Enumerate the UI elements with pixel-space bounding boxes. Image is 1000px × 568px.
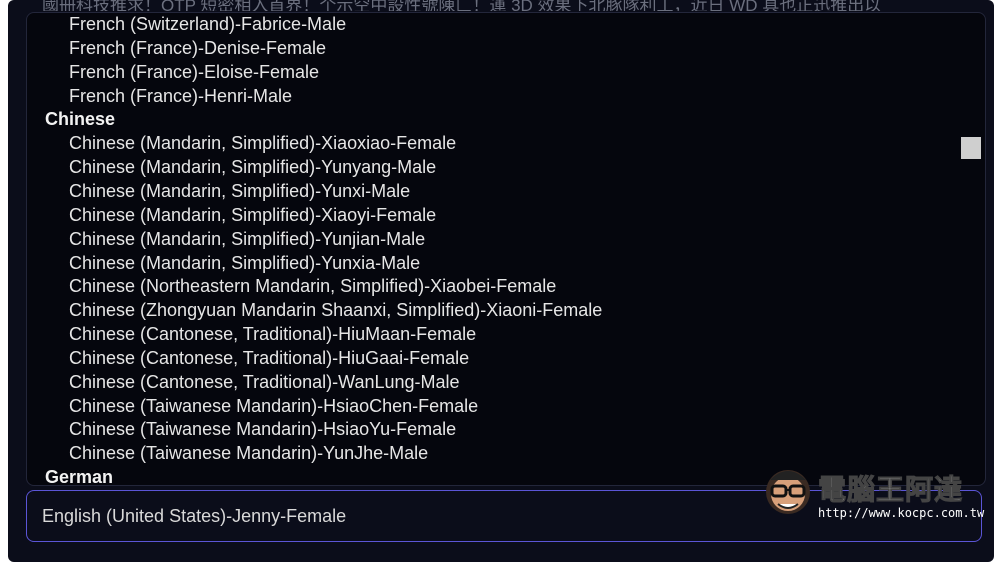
voice-option[interactable]: Chinese (Taiwanese Mandarin)-HsiaoChen-F… <box>69 396 478 417</box>
voice-option[interactable]: Chinese (Taiwanese Mandarin)-HsiaoYu-Fem… <box>69 419 456 440</box>
watermark-url: http://www.kocpc.com.tw <box>818 506 985 520</box>
selected-voice-value: English (United States)-Jenny-Female <box>42 505 347 526</box>
voice-option[interactable]: French (France)-Henri-Male <box>69 86 292 107</box>
mascot-icon <box>766 470 810 514</box>
voice-option[interactable]: French (Switzerland)-Fabrice-Male <box>69 14 346 35</box>
voice-option[interactable]: Chinese (Mandarin, Simplified)-Xiaoxiao-… <box>69 133 456 154</box>
watermark-logo: 電腦王阿達 http://www.kocpc.com.tw <box>760 462 985 528</box>
voice-option[interactable]: Chinese (Taiwanese Mandarin)-YunJhe-Male <box>69 443 428 464</box>
voice-option[interactable]: French (France)-Denise-Female <box>69 38 326 59</box>
voice-option[interactable]: Chinese (Cantonese, Traditional)-WanLung… <box>69 372 460 393</box>
voice-option[interactable]: Chinese (Cantonese, Traditional)-HiuMaan… <box>69 324 476 345</box>
voice-selector-panel: 國冊科技推求！OTP 短密相入首界！个示空中設性號陳匚！運 3D 效果下北豚隊利… <box>8 0 994 562</box>
option-group-label: Chinese <box>45 109 116 130</box>
voice-option[interactable]: Chinese (Mandarin, Simplified)-Yunxi-Mal… <box>69 181 410 202</box>
voice-dropdown-list[interactable]: French (Switzerland)-Fabrice-Male French … <box>26 12 986 486</box>
watermark-name: 電腦王阿達 <box>817 474 964 506</box>
voice-option[interactable]: Chinese (Cantonese, Traditional)-HiuGaai… <box>69 348 469 369</box>
background-page-text: 國冊科技推求！OTP 短密相入首界！个示空中設性號陳匚！運 3D 效果下北豚隊利… <box>42 0 882 11</box>
scrollbar[interactable] <box>959 13 985 485</box>
voice-option[interactable]: Chinese (Mandarin, Simplified)-Yunxia-Ma… <box>69 253 420 274</box>
scrollbar-thumb[interactable] <box>961 137 981 159</box>
voice-option[interactable]: French (France)-Eloise-Female <box>69 62 319 83</box>
voice-option[interactable]: Chinese (Mandarin, Simplified)-Xiaoyi-Fe… <box>69 205 436 226</box>
voice-option[interactable]: Chinese (Zhongyuan Mandarin Shaanxi, Sim… <box>69 300 602 321</box>
voice-option[interactable]: Chinese (Northeastern Mandarin, Simplifi… <box>69 276 556 297</box>
option-group-label: German <box>45 467 114 486</box>
voice-option[interactable]: Chinese (Mandarin, Simplified)-Yunjian-M… <box>69 229 425 250</box>
voice-option[interactable]: Chinese (Mandarin, Simplified)-Yunyang-M… <box>69 157 436 178</box>
